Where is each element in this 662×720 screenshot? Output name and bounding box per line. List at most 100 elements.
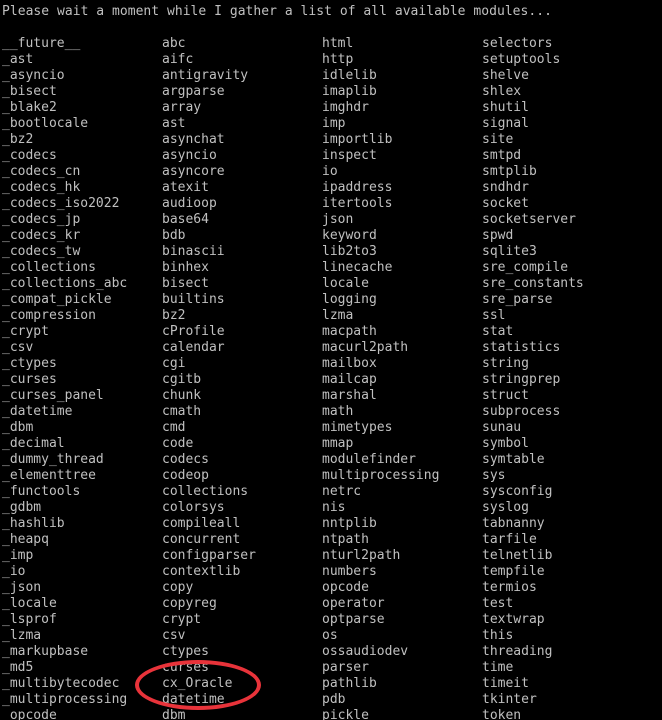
module-name: _curses_panel: [2, 388, 104, 403]
module-name: cx_Oracle: [162, 676, 233, 691]
module-name: sndhdr: [482, 180, 529, 195]
module-name: tarfile: [482, 532, 537, 547]
module-row: _codecs_iso2022 audioop itertools socket: [2, 196, 662, 212]
module-name: __future__: [2, 36, 81, 51]
module-name: _ctypes: [2, 356, 57, 371]
module-name: mmap: [322, 436, 354, 451]
module-row: _codecs_cn asyncore io smtplib: [2, 164, 662, 180]
module-row: _lsprof crypt optparse textwrap: [2, 612, 662, 628]
module-name: bisect: [162, 276, 209, 291]
status-message: Please wait a moment while I gather a li…: [2, 4, 552, 19]
module-name: sunau: [482, 420, 522, 435]
module-name: _lsprof: [2, 612, 57, 627]
terminal-window[interactable]: Please wait a moment while I gather a li…: [0, 0, 662, 720]
module-name: codecs: [162, 452, 209, 467]
module-name: binhex: [162, 260, 209, 275]
module-name: abc: [162, 36, 186, 51]
module-name: antigravity: [162, 68, 249, 83]
module-name: atexit: [162, 180, 209, 195]
module-name: audioop: [162, 196, 217, 211]
module-name: imaplib: [322, 84, 377, 99]
module-name: asynchat: [162, 132, 225, 147]
module-name: numbers: [322, 564, 377, 579]
module-row: _functools collections netrc sysconfig: [2, 484, 662, 500]
module-name: symtable: [482, 452, 545, 467]
module-name: _json: [2, 580, 42, 595]
module-name: ossaudiodev: [322, 644, 409, 659]
module-name: syslog: [482, 500, 529, 515]
module-row: _multiprocessing datetime pdb tkinter: [2, 692, 662, 708]
module-row: _io contextlib numbers tempfile: [2, 564, 662, 580]
module-name: nturl2path: [322, 548, 401, 563]
module-name: optparse: [322, 612, 385, 627]
module-row: _ctypes cgi mailbox string: [2, 356, 662, 372]
module-name: itertools: [322, 196, 393, 211]
module-name: threading: [482, 644, 553, 659]
module-name: macpath: [322, 324, 377, 339]
module-name: signal: [482, 116, 529, 131]
module-name: importlib: [322, 132, 393, 147]
module-name: symbol: [482, 436, 529, 451]
module-row: _imp configparser nturl2path telnetlib: [2, 548, 662, 564]
module-name: _compat_pickle: [2, 292, 112, 307]
module-row: _compression bz2 lzma ssl: [2, 308, 662, 324]
module-name: string: [482, 356, 529, 371]
module-row: _gdbm colorsys nis syslog: [2, 500, 662, 516]
module-name: operator: [322, 596, 385, 611]
module-name: _csv: [2, 340, 34, 355]
module-name: keyword: [322, 228, 377, 243]
module-name: cgi: [162, 356, 186, 371]
module-name: _decimal: [2, 436, 65, 451]
module-name: _collections_abc: [2, 276, 128, 291]
module-name: _bisect: [2, 84, 57, 99]
module-name: time: [482, 660, 514, 675]
module-row: _locale copyreg operator test: [2, 596, 662, 612]
module-name: shlex: [482, 84, 522, 99]
module-name: tempfile: [482, 564, 545, 579]
module-name: cProfile: [162, 324, 225, 339]
module-name: _curses: [2, 372, 57, 387]
module-row: _codecs asyncio inspect smtpd: [2, 148, 662, 164]
module-name: idlelib: [322, 68, 377, 83]
module-name: stringprep: [482, 372, 561, 387]
module-name: subprocess: [482, 404, 561, 419]
module-name: os: [322, 628, 338, 643]
module-name: nis: [322, 500, 346, 515]
module-row: _hashlib compileall nntplib tabnanny: [2, 516, 662, 532]
module-name: nntplib: [322, 516, 377, 531]
module-row: _codecs_jp base64 json socketserver: [2, 212, 662, 228]
module-row: _codecs_hk atexit ipaddress sndhdr: [2, 180, 662, 196]
module-name: compileall: [162, 516, 241, 531]
module-row: _markupbase ctypes ossaudiodev threading: [2, 644, 662, 660]
module-name: cgitb: [162, 372, 202, 387]
module-name: multiprocessing: [322, 468, 440, 483]
module-name: _hashlib: [2, 516, 65, 531]
module-name: _crypt: [2, 324, 49, 339]
module-name: sysconfig: [482, 484, 553, 499]
module-name: lzma: [322, 308, 354, 323]
module-name: crypt: [162, 612, 202, 627]
module-name: array: [162, 100, 202, 115]
module-row: _ast aifc http setuptools: [2, 52, 662, 68]
module-name: inspect: [322, 148, 377, 163]
module-name: shutil: [482, 100, 529, 115]
module-row: _dbm cmd mimetypes sunau: [2, 420, 662, 436]
module-row: _crypt cProfile macpath stat: [2, 324, 662, 340]
module-name: math: [322, 404, 354, 419]
module-name: marshal: [322, 388, 377, 403]
module-name: spwd: [482, 228, 514, 243]
module-name: colorsys: [162, 500, 225, 515]
module-name: asyncio: [162, 148, 217, 163]
module-name: selectors: [482, 36, 553, 51]
module-name: _codecs_cn: [2, 164, 81, 179]
module-name: asyncore: [162, 164, 225, 179]
module-name: curses: [162, 660, 209, 675]
module-name: termios: [482, 580, 537, 595]
module-row: _json copy opcode termios: [2, 580, 662, 596]
module-name: csv: [162, 628, 186, 643]
module-row: _heapq concurrent ntpath tarfile: [2, 532, 662, 548]
module-name: linecache: [322, 260, 393, 275]
module-name: html: [322, 36, 354, 51]
module-name: imghdr: [322, 100, 369, 115]
module-name: opcode: [322, 580, 369, 595]
